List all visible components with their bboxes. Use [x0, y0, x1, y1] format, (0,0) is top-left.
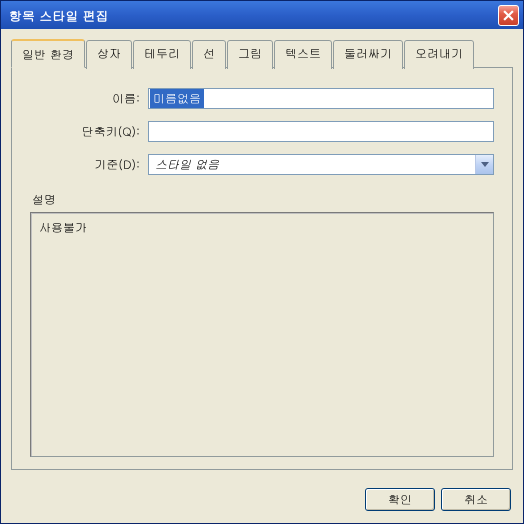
- tab-wrap[interactable]: 둘러싸기: [333, 40, 403, 69]
- cancel-button[interactable]: 취소: [441, 488, 511, 511]
- tab-strip: 일반 환경 상자 테두리 선 그림 텍스트 둘러싸기 오려내기: [11, 39, 513, 68]
- tab-clip[interactable]: 오려내기: [404, 40, 474, 69]
- tab-picture[interactable]: 그림: [227, 40, 273, 69]
- tab-line[interactable]: 선: [192, 40, 226, 69]
- dialog-window: 항목 스타일 편집 일반 환경 상자 테두리 선 그림 텍스트 둘러싸기 오려내…: [0, 0, 524, 524]
- content-area: 일반 환경 상자 테두리 선 그림 텍스트 둘러싸기 오려내기 이름: 미름없음…: [1, 29, 523, 478]
- row-name: 이름: 미름없음: [30, 88, 494, 109]
- name-input-wrap[interactable]: 미름없음: [148, 88, 494, 109]
- tab-box[interactable]: 상자: [86, 40, 132, 69]
- tab-border[interactable]: 테두리: [133, 40, 191, 69]
- base-dropdown-button[interactable]: [475, 155, 493, 174]
- window-title: 항목 스타일 편집: [9, 6, 498, 25]
- ok-button[interactable]: 확인: [365, 488, 435, 511]
- titlebar: 항목 스타일 편집: [1, 1, 523, 29]
- description-text: 사용불가: [39, 219, 87, 236]
- tab-panel: 이름: 미름없음 단축키(Q): 기준(D): 스타일 없음: [11, 67, 513, 470]
- name-value-selected: 미름없음: [150, 89, 204, 108]
- close-button[interactable]: [498, 5, 519, 26]
- base-select[interactable]: 스타일 없음: [148, 154, 494, 175]
- base-value: 스타일 없음: [155, 156, 219, 173]
- shortcut-label: 단축키(Q):: [30, 123, 148, 140]
- tab-general[interactable]: 일반 환경: [11, 39, 85, 68]
- shortcut-input[interactable]: [148, 121, 494, 142]
- tab-text[interactable]: 텍스트: [274, 40, 332, 69]
- row-shortcut: 단축키(Q):: [30, 121, 494, 142]
- row-base: 기준(D): 스타일 없음: [30, 154, 494, 175]
- description-label: 설명: [32, 191, 494, 208]
- button-row: 확인 취소: [1, 478, 523, 523]
- chevron-down-icon: [481, 162, 489, 168]
- base-label: 기준(D):: [30, 156, 148, 173]
- description-box: 사용불가: [30, 212, 494, 457]
- close-icon: [503, 10, 514, 21]
- name-label: 이름:: [30, 90, 148, 107]
